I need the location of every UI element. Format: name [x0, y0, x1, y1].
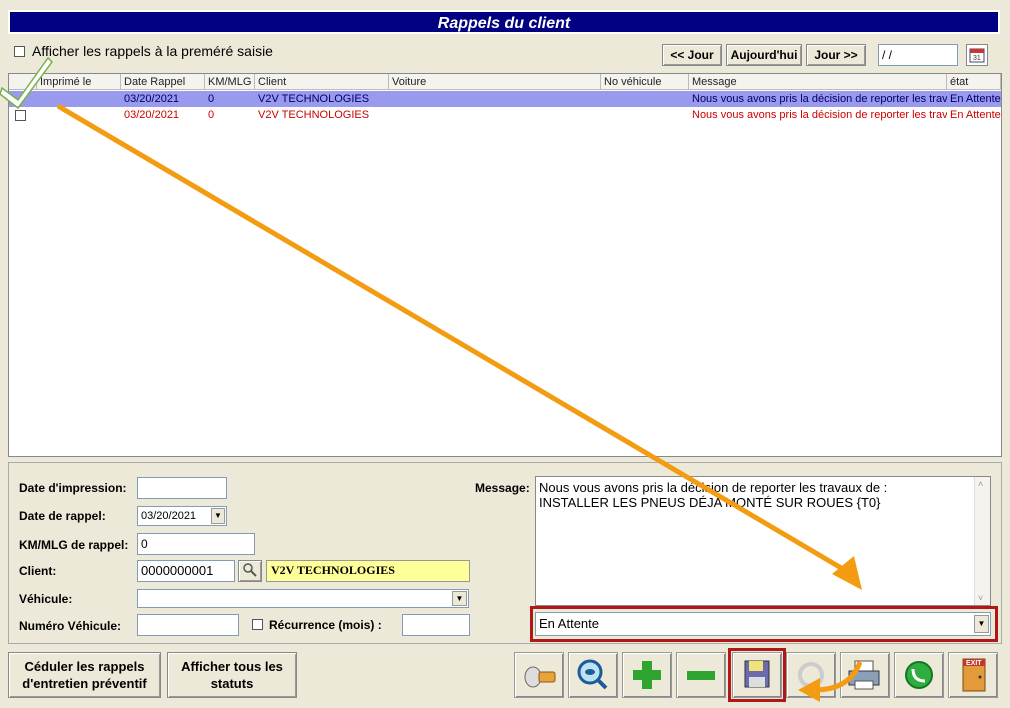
exit-icon-text: EXIT	[966, 660, 982, 667]
km-input[interactable]: 0	[137, 533, 255, 555]
reminder-date-picker[interactable]: 03/20/2021 ▼	[137, 506, 227, 526]
chevron-down-icon[interactable]: ▼	[452, 591, 467, 606]
client-name-field: V2V TECHNOLOGIES	[266, 560, 470, 582]
search-icon	[241, 563, 259, 582]
grid-header-vehicle-no[interactable]: No véhicule	[601, 74, 689, 90]
schedule-reminders-line: d'entretien préventif	[22, 676, 147, 691]
show-all-line: statuts	[210, 676, 254, 691]
vehicle-no-label: Numéro Véhicule:	[19, 619, 122, 633]
grid-header-printed[interactable]: Imprimé le	[37, 74, 121, 90]
refresh-icon	[798, 662, 824, 688]
message-textarea[interactable]: Nous vous avons pris la décision de repo…	[535, 476, 991, 606]
magnifier-icon	[577, 659, 608, 690]
row-km: 0	[208, 109, 215, 121]
today-button[interactable]: Aujourd'hui	[726, 44, 802, 66]
chevron-down-icon[interactable]: ▼	[211, 508, 225, 524]
row-state: En Attente	[950, 109, 1001, 121]
recurrence-checkbox[interactable]	[252, 619, 263, 630]
minus-icon	[687, 671, 715, 680]
floppy-disk-icon	[744, 660, 770, 688]
window-title: Rappels du client	[8, 10, 1000, 34]
printer-icon	[848, 660, 880, 690]
vehicle-label: Véhicule:	[19, 592, 73, 606]
km-label: KM/MLG de rappel:	[19, 538, 129, 552]
row-client: V2V TECHNOLOGIES	[258, 109, 370, 121]
message-label: Message:	[475, 481, 530, 495]
grid-header-check	[9, 74, 37, 90]
vehicle-select[interactable]: ▼	[137, 589, 469, 608]
print-date-input[interactable]	[137, 477, 227, 499]
row-message: Nous vous avons pris la décision de repo…	[692, 93, 947, 105]
refresh-button[interactable]	[786, 652, 836, 698]
reminder-date-label: Date de rappel:	[19, 509, 106, 523]
remove-button[interactable]	[676, 652, 726, 698]
show-all-statuses-button[interactable]: Afficher tous les statuts	[167, 652, 297, 698]
recurrence-input[interactable]	[402, 614, 470, 636]
row-state: En Attente	[950, 93, 1001, 105]
scrollbar[interactable]: ˄ ˅	[974, 477, 990, 605]
exit-button[interactable]: EXIT	[948, 652, 998, 698]
chevron-up-icon[interactable]: ˄	[978, 479, 983, 489]
find-button[interactable]	[514, 652, 564, 698]
svg-text:31: 31	[973, 55, 981, 62]
status-value: En Attente	[539, 616, 599, 631]
row-km: 0	[208, 93, 215, 105]
vehicle-no-input[interactable]	[137, 614, 239, 636]
add-button[interactable]	[622, 652, 672, 698]
flashlight-icon	[524, 666, 556, 688]
grid-header-message[interactable]: Message	[689, 74, 947, 90]
message-line: Nous vous avons pris la décision de repo…	[539, 480, 888, 495]
schedule-reminders-line: Céduler les rappels	[24, 659, 145, 674]
table-row[interactable]: 03/20/2021 0 V2V TECHNOLOGIES Nous vous …	[9, 91, 1001, 107]
grid-header-client[interactable]: Client	[255, 74, 389, 90]
calendar-icon[interactable]: 31	[966, 44, 988, 66]
save-button[interactable]	[732, 652, 782, 698]
client-id-input[interactable]: 0000000001	[137, 560, 235, 582]
chevron-down-icon[interactable]: ▼	[974, 615, 989, 633]
grid-header-date[interactable]: Date Rappel	[121, 74, 205, 90]
chevron-down-icon[interactable]: ˅	[978, 593, 983, 603]
reminder-date-value: 03/20/2021	[141, 510, 197, 522]
show-first-entry-label: Afficher les rappels à la preméré saisie	[32, 43, 273, 59]
table-row[interactable]: 03/20/2021 0 V2V TECHNOLOGIES Nous vous …	[9, 107, 1001, 123]
show-all-line: Afficher tous les	[181, 659, 283, 674]
status-select[interactable]: En Attente ▼	[535, 612, 991, 636]
date-filter-input[interactable]: / /	[878, 44, 958, 66]
row-client: V2V TECHNOLOGIES	[258, 93, 370, 105]
plus-icon	[633, 661, 661, 689]
client-search-button[interactable]	[238, 560, 262, 582]
next-day-button[interactable]: Jour >>	[806, 44, 866, 66]
grid-header-state[interactable]: état	[947, 74, 1001, 90]
message-line: INSTALLER LES PNEUS DÉJA MONTÉ SUR ROUES…	[539, 495, 881, 510]
reminders-grid: Imprimé le Date Rappel KM/MLG Client Voi…	[8, 73, 1002, 457]
row-message: Nous vous avons pris la décision de repo…	[692, 109, 947, 121]
grid-header-km[interactable]: KM/MLG	[205, 74, 255, 90]
row-checkbox[interactable]	[15, 110, 26, 121]
row-date: 03/20/2021	[124, 109, 180, 121]
search-button[interactable]	[568, 652, 618, 698]
schedule-reminders-button[interactable]: Céduler les rappels d'entretien préventi…	[8, 652, 161, 698]
recurrence-label: Récurrence (mois) :	[269, 618, 382, 632]
print-date-label: Date d'impression:	[19, 481, 127, 495]
confirm-button[interactable]	[894, 652, 944, 698]
grid-header-car[interactable]: Voiture	[389, 74, 601, 90]
show-first-entry-checkbox[interactable]	[14, 46, 25, 57]
client-label: Client:	[19, 564, 57, 578]
print-button[interactable]	[840, 652, 890, 698]
row-date: 03/20/2021	[124, 93, 180, 105]
prev-day-button[interactable]: << Jour	[662, 44, 722, 66]
phone-icon	[905, 661, 933, 689]
